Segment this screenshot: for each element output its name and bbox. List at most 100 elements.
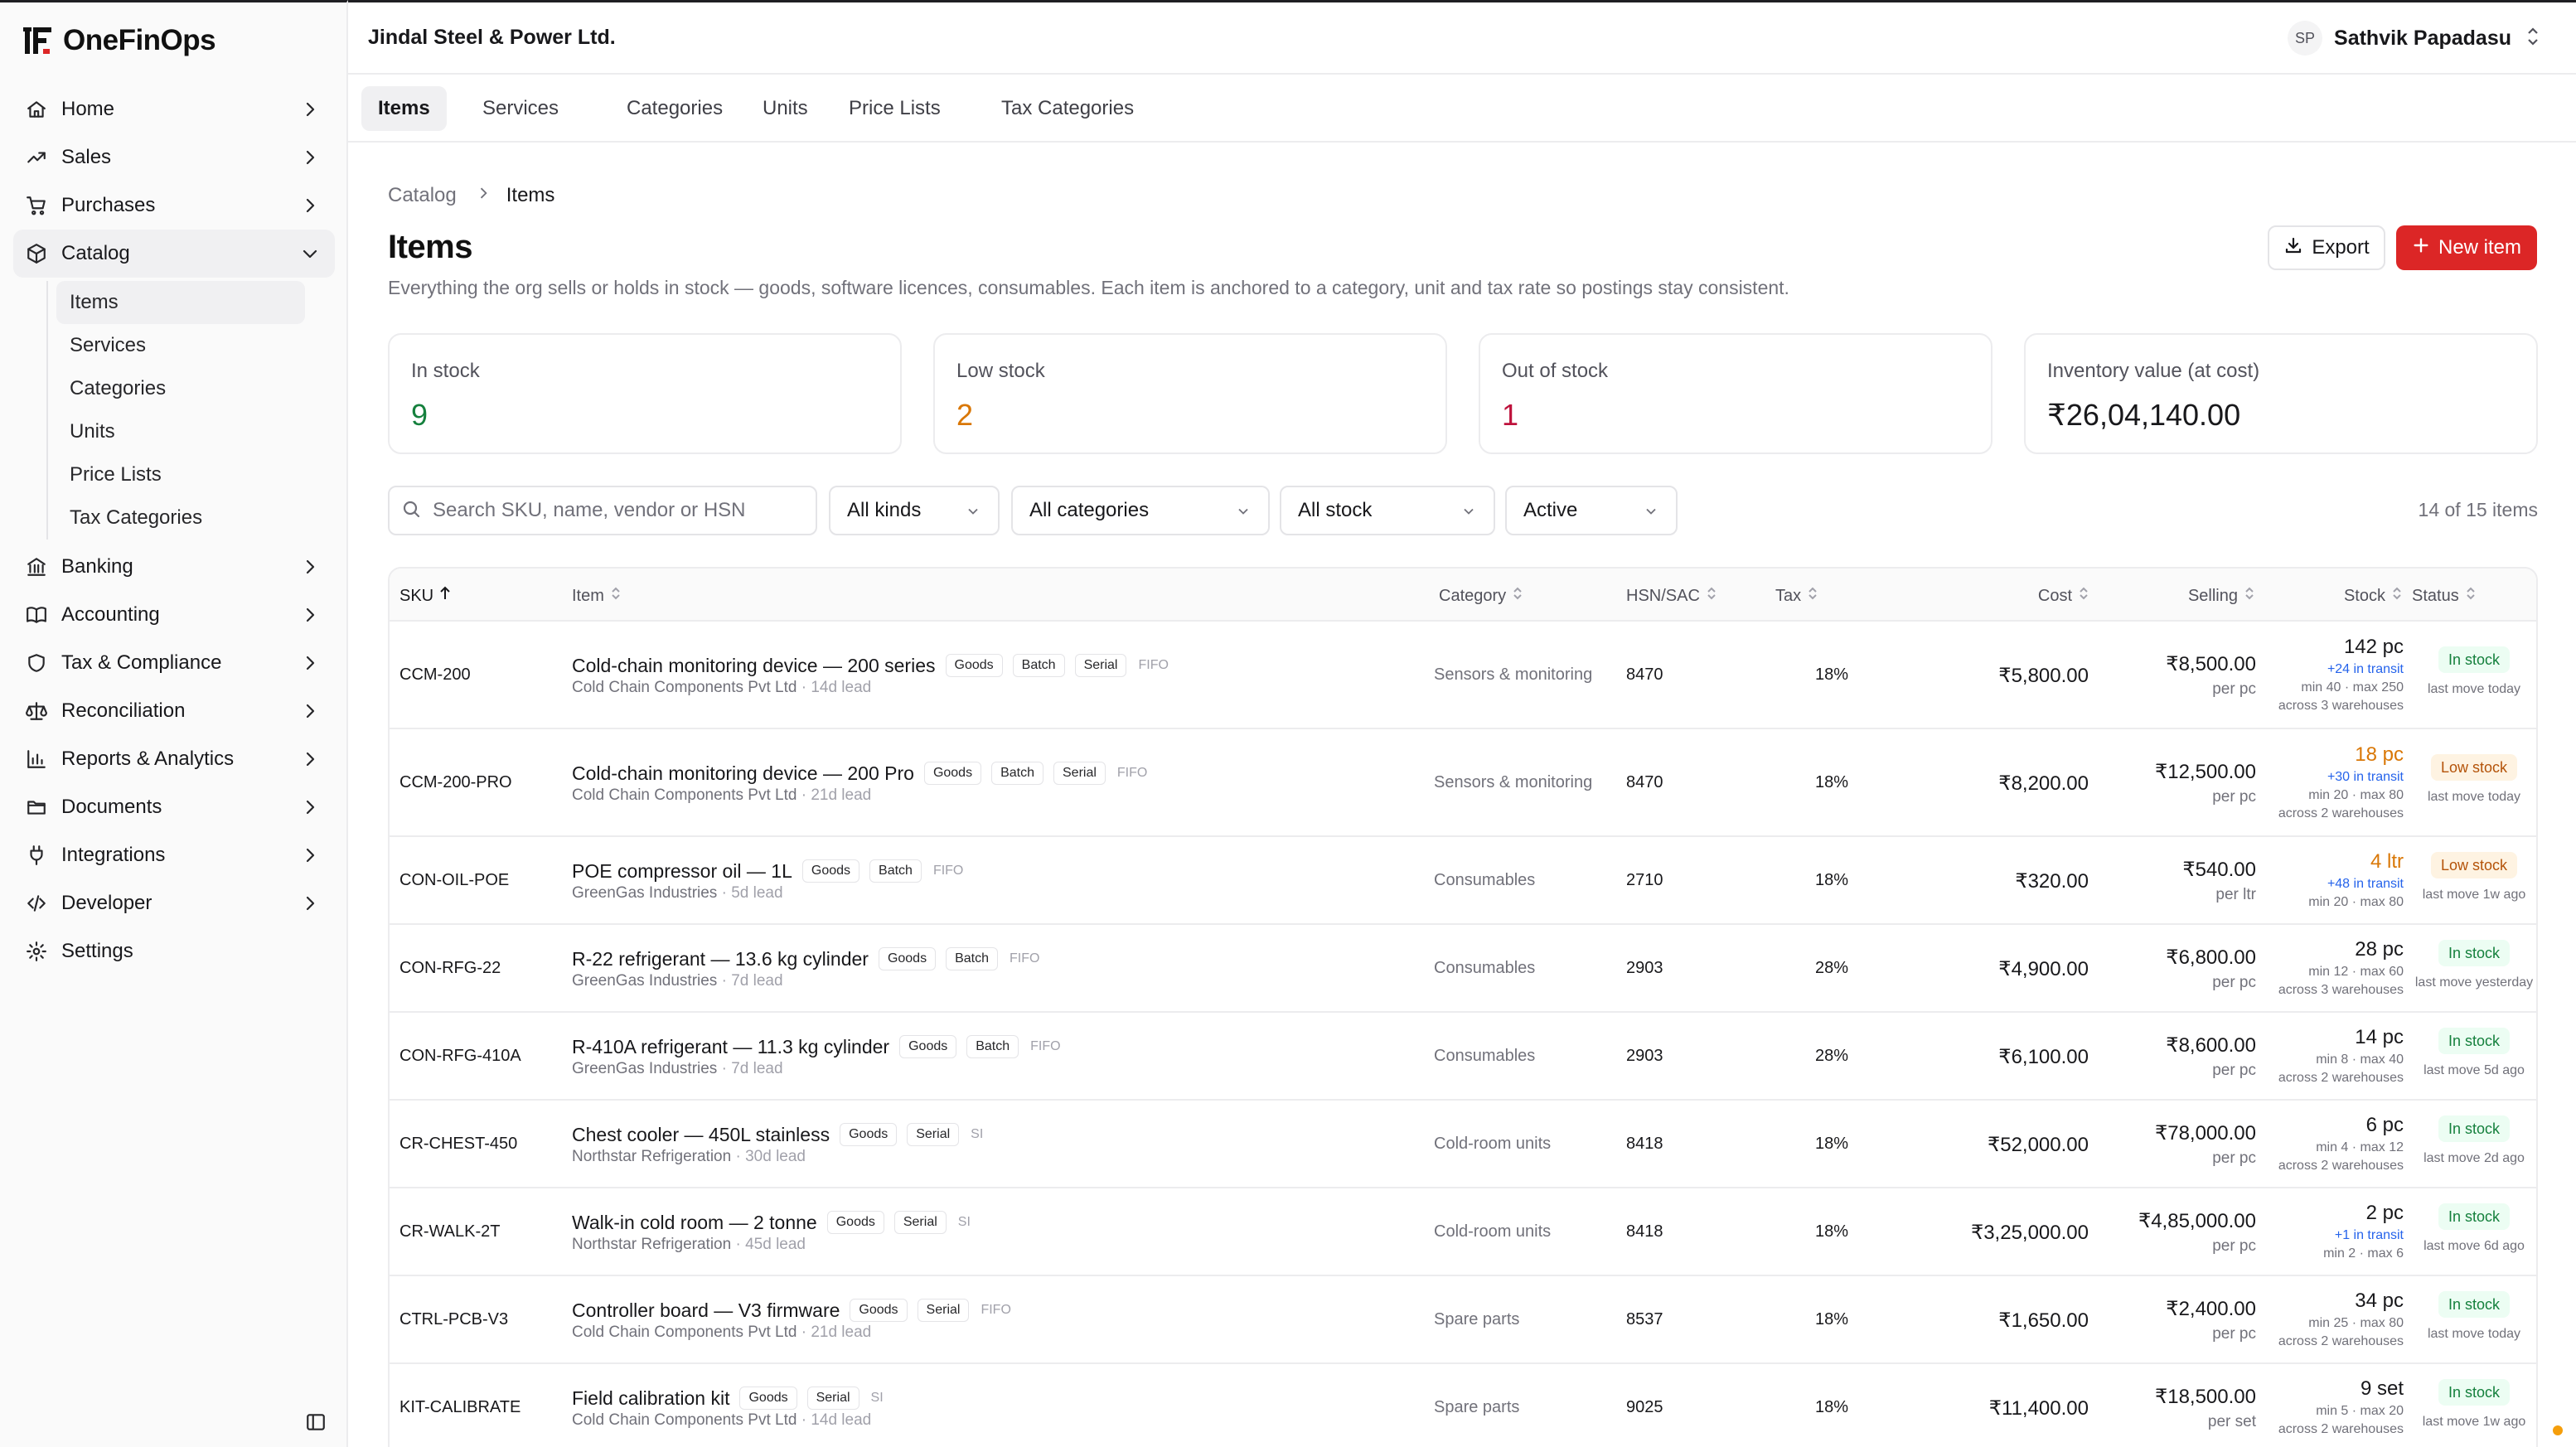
- stock-select[interactable]: All stock: [1280, 486, 1495, 535]
- item-name-cell[interactable]: Walk-in cold room — 2 tonne Goods Serial SI: [572, 1211, 972, 1234]
- lead-time: · 45d lead: [731, 1236, 806, 1253]
- sidebar-item-settings[interactable]: Settings: [13, 927, 335, 975]
- table-row[interactable]: CTRL-PCB-V3 Controller board — V3 firmwar…: [390, 1276, 2536, 1364]
- sidebar-item-documents[interactable]: Documents: [13, 783, 335, 831]
- item-name-cell[interactable]: R-410A refrigerant — 11.3 kg cylinder Goo…: [572, 1035, 1063, 1058]
- item-name-cell[interactable]: POE compressor oil — 1L Goods Batch FIFO: [572, 859, 966, 883]
- tab-services[interactable]: Services: [466, 86, 575, 131]
- table-row[interactable]: CR-CHEST-450 Chest cooler — 450L stainles…: [390, 1101, 2536, 1188]
- table-row[interactable]: CON-OIL-POE POE compressor oil — 1L Goods B…: [390, 837, 2536, 925]
- item-name-cell[interactable]: Controller board — V3 firmware Goods Seria…: [572, 1299, 1013, 1322]
- table-row[interactable]: CCM-200 Cold-chain monitoring device — 20…: [390, 622, 2536, 729]
- sidebar-item-purchases[interactable]: Purchases: [13, 181, 335, 230]
- vendor-name: GreenGas Industries: [572, 1060, 718, 1077]
- sidebar-subitem-units[interactable]: Units: [56, 410, 305, 453]
- th-status[interactable]: Status: [2412, 585, 2477, 607]
- th-item-label: Item: [572, 586, 604, 605]
- tax-cell: 28%: [1814, 959, 1848, 977]
- item-name-cell[interactable]: Field calibration kit Goods Serial SI: [572, 1387, 885, 1410]
- tag-chip: Goods: [801, 859, 860, 883]
- th-stock[interactable]: Stock: [2279, 585, 2404, 607]
- item-name[interactable]: R-410A refrigerant — 11.3 kg cylinder: [572, 1036, 889, 1058]
- status-select[interactable]: Active: [1505, 486, 1678, 535]
- method-chip: FIFO: [1008, 948, 1042, 970]
- table-header: SKU Item Category HSN/SAC Tax Cost Selli…: [390, 569, 2536, 622]
- tag-chip: Batch: [946, 947, 998, 970]
- kind-select[interactable]: All kinds: [829, 486, 1000, 535]
- sidebar-item-sales[interactable]: Sales: [13, 133, 335, 181]
- tab-items[interactable]: Items: [361, 86, 447, 131]
- cost-cell: ₹8,200.00: [1998, 772, 2089, 795]
- export-button[interactable]: Export: [2268, 225, 2385, 270]
- th-cost[interactable]: Cost: [1964, 585, 2090, 607]
- sidebar-item-catalog[interactable]: Catalog: [13, 230, 335, 278]
- item-name-cell[interactable]: R-22 refrigerant — 13.6 kg cylinder Goods…: [572, 947, 1042, 970]
- tab-categories[interactable]: Categories: [610, 86, 739, 131]
- chevron-right-icon: [300, 196, 320, 215]
- tax-cell: 18%: [1814, 665, 1848, 684]
- tax-cell: 28%: [1814, 1047, 1848, 1065]
- table-row[interactable]: CON-RFG-410A R-410A refrigerant — 11.3 kg…: [390, 1013, 2536, 1101]
- item-name[interactable]: Cold-chain monitoring device — 200 Pro: [572, 762, 914, 785]
- app-logo[interactable]: OneFinOps: [23, 22, 216, 59]
- item-name-cell[interactable]: Chest cooler — 450L stainless Goods Serial…: [572, 1123, 985, 1146]
- search-input[interactable]: [433, 499, 797, 522]
- table-row[interactable]: CR-WALK-2T Walk-in cold room — 2 tonne Goo…: [390, 1188, 2536, 1276]
- item-name[interactable]: Chest cooler — 450L stainless: [572, 1124, 830, 1146]
- chevron-down-icon: [965, 502, 981, 525]
- tag-chip: Batch: [966, 1035, 1019, 1058]
- org-name[interactable]: Jindal Steel & Power Ltd.: [368, 26, 616, 50]
- th-selling[interactable]: Selling: [2122, 585, 2256, 607]
- table-row[interactable]: CCM-200-PRO Cold-chain monitoring device …: [390, 729, 2536, 837]
- item-name-cell[interactable]: Cold-chain monitoring device — 200 Pro Go…: [572, 762, 1150, 785]
- stock-transit: +1 in transit: [2334, 1228, 2404, 1242]
- item-name[interactable]: Field calibration kit: [572, 1387, 729, 1410]
- th-hsn[interactable]: HSN/SAC: [1626, 585, 1718, 607]
- th-sku[interactable]: SKU: [399, 585, 452, 607]
- sidebar-subitem-services[interactable]: Services: [56, 324, 305, 367]
- user-menu[interactable]: SP Sathvik Papadasu: [2288, 21, 2543, 56]
- th-tax[interactable]: Tax: [1775, 585, 1819, 607]
- stock-qty: 28 pc: [2355, 938, 2404, 961]
- category-cell: Cold-room units: [1434, 1135, 1552, 1153]
- item-name[interactable]: Cold-chain monitoring device — 200 serie…: [572, 655, 936, 677]
- item-name[interactable]: POE compressor oil — 1L: [572, 860, 792, 883]
- shield-icon: [25, 651, 48, 675]
- sidebar-item-integrations[interactable]: Integrations: [13, 831, 335, 879]
- tab-price-lists[interactable]: Price Lists: [832, 86, 957, 131]
- sidebar-item-reports-analytics[interactable]: Reports & Analytics: [13, 735, 335, 783]
- hsn-cell: 9025: [1626, 1398, 1663, 1416]
- category-select[interactable]: All categories: [1011, 486, 1270, 535]
- table-row[interactable]: KIT-CALIBRATE Field calibration kit Goods S…: [390, 1364, 2536, 1447]
- tag-chip: Goods: [923, 762, 982, 785]
- tab-units[interactable]: Units: [746, 86, 825, 131]
- sidebar-item-reconciliation[interactable]: Reconciliation: [13, 687, 335, 735]
- sidebar-subitem-items[interactable]: Items: [56, 281, 305, 324]
- item-name[interactable]: Controller board — V3 firmware: [572, 1299, 840, 1322]
- new-item-button[interactable]: New item: [2396, 225, 2537, 270]
- sidebar-item-home[interactable]: Home: [13, 85, 335, 133]
- hsn-cell: 8418: [1626, 1222, 1663, 1241]
- sidebar-subitem-categories[interactable]: Categories: [56, 367, 305, 410]
- chevron-down-icon: [1643, 502, 1659, 525]
- tag-chip: Serial: [1074, 654, 1127, 677]
- sidebar-item-accounting[interactable]: Accounting: [13, 591, 335, 639]
- th-item[interactable]: Item: [572, 585, 622, 607]
- status-badge: In stock: [2438, 646, 2511, 673]
- sidebar-subitem-price-lists[interactable]: Price Lists: [56, 453, 305, 496]
- item-name[interactable]: Walk-in cold room — 2 tonne: [572, 1212, 817, 1234]
- item-name[interactable]: R-22 refrigerant — 13.6 kg cylinder: [572, 948, 869, 970]
- sidebar-item-banking[interactable]: Banking: [13, 543, 335, 591]
- status-cell: In stock: [2404, 1291, 2536, 1318]
- item-name-cell[interactable]: Cold-chain monitoring device — 200 serie…: [572, 654, 1170, 677]
- breadcrumb-catalog[interactable]: Catalog: [388, 184, 457, 207]
- sidebar-item-tax-compliance[interactable]: Tax & Compliance: [13, 639, 335, 687]
- sidebar-item-developer[interactable]: Developer: [13, 879, 335, 927]
- tag-chip: Batch: [991, 762, 1043, 785]
- table-row[interactable]: CON-RFG-22 R-22 refrigerant — 13.6 kg cyl…: [390, 925, 2536, 1013]
- th-category[interactable]: Category: [1439, 585, 1524, 607]
- sidebar-subitem-tax-categories[interactable]: Tax Categories: [56, 496, 305, 540]
- stock-warehouses: across 2 warehouses: [2278, 1159, 2404, 1173]
- sidebar-collapse-icon[interactable]: [305, 1411, 327, 1433]
- tab-tax-categories[interactable]: Tax Categories: [985, 86, 1150, 131]
